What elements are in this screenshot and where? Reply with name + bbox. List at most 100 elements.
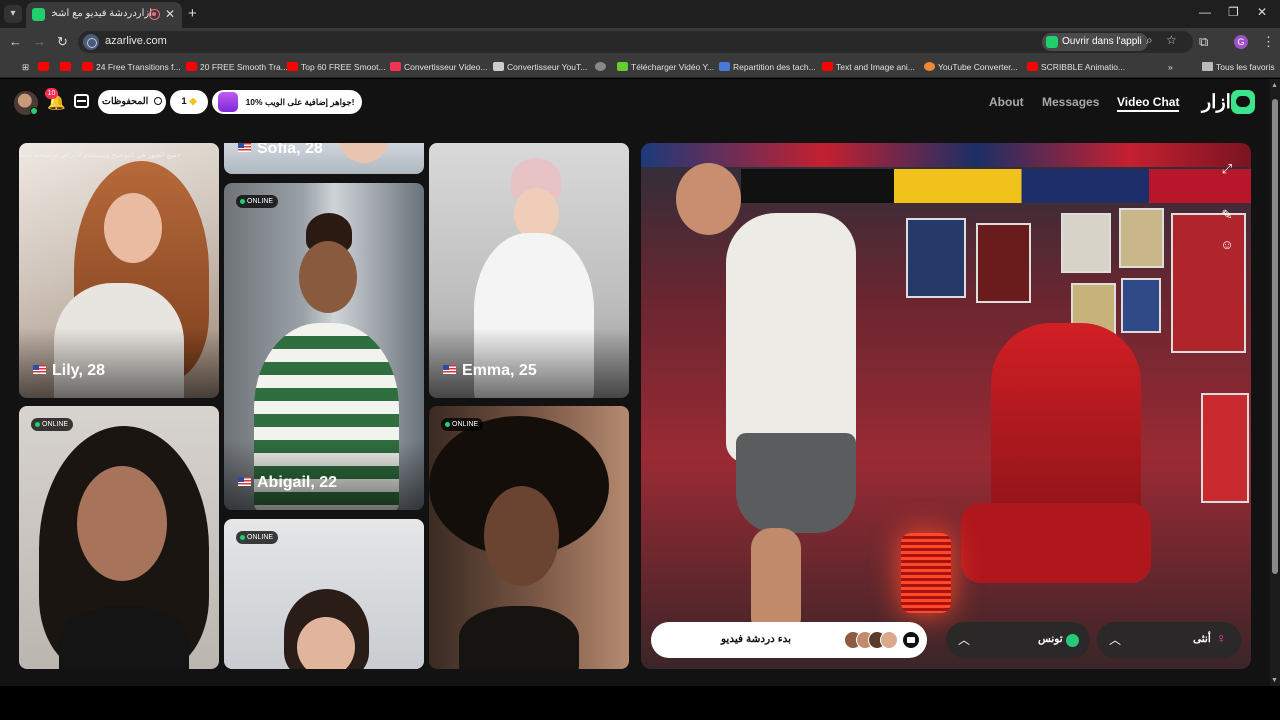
- open-in-app-button[interactable]: Ouvrir dans l'appli: [1042, 33, 1148, 51]
- inbox-icon[interactable]: [74, 94, 89, 108]
- all-bookmarks-label: Tous les favoris: [1216, 62, 1275, 72]
- profile-card-online-3[interactable]: ONLINE: [429, 406, 629, 669]
- card-photo-face: [299, 241, 357, 313]
- bookmark-6[interactable]: Convertisseur Video...: [390, 60, 487, 74]
- bookmark-11[interactable]: Text and Image ani...: [822, 60, 915, 74]
- reload-icon[interactable]: ↻: [57, 34, 68, 50]
- browser-tab-azar[interactable]: أزاردردشة فيديو مع أشخاص ✕: [26, 2, 182, 28]
- back-arrow-icon[interactable]: ←: [9, 34, 22, 49]
- scroll-up-arrow-icon[interactable]: ▲: [1271, 82, 1278, 89]
- bookmark-3[interactable]: 24 Free Transitions f...: [82, 60, 181, 74]
- card-name: Abigail, 22: [238, 474, 337, 492]
- person-shorts: [736, 433, 856, 533]
- chevron-up-icon: ︿: [958, 633, 971, 647]
- chrome-menu-icon[interactable]: ⋮: [1262, 34, 1275, 50]
- gender-label: أنثى: [1193, 633, 1211, 645]
- forward-arrow-icon[interactable]: →: [33, 34, 46, 49]
- gender-filter-dropdown[interactable]: ︿ أنثى ♀: [1097, 622, 1241, 658]
- promo-banner-button[interactable]: 10% جواهر إضافية على الويب!: [212, 90, 362, 114]
- docs-icon: [719, 62, 730, 71]
- profile-card-emma[interactable]: Emma, 25: [429, 143, 629, 398]
- restore-icon[interactable]: ❐: [1228, 5, 1239, 19]
- face-filter-icon[interactable]: ☺: [1219, 237, 1235, 253]
- open-in-app-label: Ouvrir dans l'appli: [1062, 36, 1142, 47]
- youtube-icon: [38, 62, 49, 71]
- bookmark-5[interactable]: Top 60 FREE Smoot...: [287, 60, 386, 74]
- saved-button[interactable]: المحفوظات: [98, 90, 166, 114]
- nav-video-chat[interactable]: Video Chat: [1117, 95, 1180, 112]
- bookmark-12[interactable]: YouTube Converter...: [924, 60, 1018, 74]
- profile-avatar[interactable]: G: [1234, 35, 1248, 49]
- gaming-chair: [991, 323, 1141, 523]
- online-badge: ONLINE: [31, 418, 74, 431]
- bookmark-10[interactable]: Repartition des tach...: [719, 60, 816, 74]
- wall-frame: [976, 223, 1031, 303]
- url-text[interactable]: azarlive.com: [105, 35, 167, 47]
- window-close-icon[interactable]: ✕: [1257, 5, 1267, 19]
- apps-grid-icon[interactable]: ⊞: [8, 60, 29, 74]
- card-name-text: Emma, 25: [462, 362, 537, 379]
- new-tab-plus-icon[interactable]: +: [188, 5, 197, 22]
- profile-card-lily[interactable]: جميع الصور هي للتوضيح ويستخدم لأغراض توض…: [19, 143, 219, 398]
- bookmark-8[interactable]: [595, 60, 609, 74]
- bookmark-label: Télécharger Vidéo Y...: [631, 62, 715, 72]
- bookmark-label: Repartition des tach...: [733, 62, 816, 72]
- azar-app-icon: [1046, 36, 1058, 48]
- us-flag-icon: [238, 143, 251, 152]
- azar-logo-icon[interactable]: [1231, 90, 1255, 114]
- brand-wordmark[interactable]: ازار: [1202, 91, 1231, 114]
- gem-icon: ◆: [189, 96, 197, 107]
- bookmark-4[interactable]: 20 FREE Smooth Tra...: [186, 60, 288, 74]
- address-bar[interactable]: azarlive.com Ouvrir dans l'appli ⌕ ☆: [78, 31, 1193, 53]
- us-flag-icon: [443, 365, 456, 374]
- browser-tab-strip: ▾ أزاردردشة فيديو مع أشخاص ✕ + — ❐ ✕: [0, 0, 1280, 28]
- bookmark-1[interactable]: [38, 60, 52, 74]
- fullscreen-icon[interactable]: ⤢: [1219, 161, 1235, 177]
- person-head: [676, 163, 741, 235]
- converter-icon: [924, 62, 935, 71]
- site-info-icon[interactable]: [83, 34, 99, 50]
- magic-wand-icon[interactable]: ✎: [1219, 207, 1235, 223]
- page-scrollbar[interactable]: [1270, 79, 1280, 686]
- card-name-text: Lily, 28: [52, 362, 106, 379]
- nav-about[interactable]: About: [989, 95, 1024, 109]
- card-name: Lily, 28: [33, 362, 105, 380]
- saved-label: المحفوظات: [102, 96, 149, 107]
- gems-button[interactable]: 1 ◆: [170, 90, 208, 114]
- zoom-search-icon[interactable]: ⌕: [1146, 33, 1153, 48]
- taskbar-area: [0, 686, 1280, 720]
- youtube-icon: [186, 62, 197, 71]
- extensions-puzzle-icon[interactable]: ⧉: [1199, 34, 1208, 50]
- bookmarks-bar: ⊞ 24 Free Transitions f... 20 FREE Smoot…: [0, 56, 1280, 78]
- bookmark-star-icon[interactable]: ☆: [1166, 33, 1177, 47]
- converter-icon: [493, 62, 504, 71]
- scrollbar-thumb[interactable]: [1272, 99, 1278, 574]
- bookmark-13[interactable]: SCRIBBLE Animatio...: [1027, 60, 1125, 74]
- bookmark-2[interactable]: [60, 60, 74, 74]
- bookmark-9[interactable]: Télécharger Vidéo Y...: [617, 60, 714, 74]
- nav-messages[interactable]: Messages: [1042, 95, 1099, 109]
- heater: [901, 533, 951, 613]
- more-bookmarks-icon[interactable]: »: [1168, 60, 1173, 74]
- all-bookmarks-button[interactable]: Tous les favoris: [1202, 60, 1275, 74]
- illustration-disclaimer: جميع الصور هي للتوضيح ويستخدم لأغراض توض…: [19, 152, 181, 159]
- profile-card-sofia[interactable]: Sofia, 28: [224, 143, 424, 174]
- card-photo-face: [104, 193, 162, 263]
- card-photo: [339, 143, 389, 163]
- globe-icon: [1066, 634, 1079, 647]
- online-badge: ONLINE: [236, 531, 279, 544]
- youtube-icon: [287, 62, 298, 71]
- gems-count: 1: [181, 96, 187, 107]
- chevron-up-icon: ︿: [1109, 633, 1122, 647]
- bookmark-7[interactable]: Convertisseur YouT...: [493, 60, 587, 74]
- start-video-chat-button[interactable]: بدء دردشة فيديو: [651, 622, 927, 658]
- tab-close-icon[interactable]: ✕: [165, 7, 175, 21]
- profile-card-online-1[interactable]: ONLINE: [19, 406, 219, 669]
- profile-card-abigail[interactable]: ONLINE Abigail, 22: [224, 183, 424, 510]
- scroll-down-arrow-icon[interactable]: ▼: [1271, 677, 1278, 684]
- bookmark-label: SCRIBBLE Animatio...: [1041, 62, 1126, 72]
- country-filter-dropdown[interactable]: ︿ تونس: [946, 622, 1090, 658]
- profile-card-online-2[interactable]: ONLINE: [224, 519, 424, 669]
- minimize-icon[interactable]: —: [1199, 5, 1211, 19]
- tab-search-chevron-icon[interactable]: ▾: [4, 5, 22, 23]
